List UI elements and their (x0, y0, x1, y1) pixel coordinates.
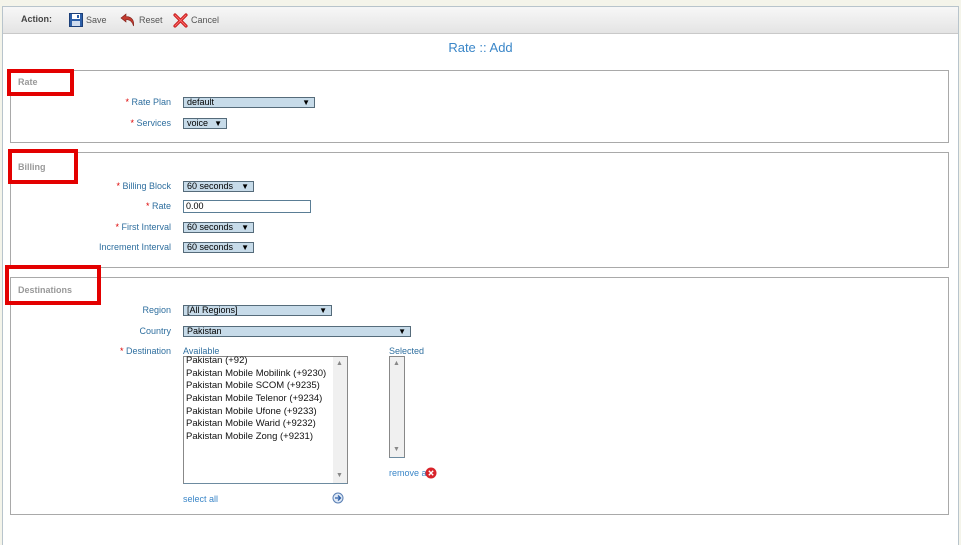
chevron-down-icon: ▼ (241, 243, 249, 252)
services-label: * Services (130, 118, 171, 128)
save-icon (69, 13, 83, 27)
destination-option[interactable]: Pakistan Mobile Ufone (+9233) (184, 406, 333, 419)
rate-highlight-box (7, 69, 74, 96)
region-label: Region (142, 305, 171, 315)
add-arrow-icon[interactable] (332, 492, 344, 504)
available-scrollbar[interactable]: ▲ ▼ (333, 357, 347, 483)
chevron-down-icon: ▼ (214, 119, 222, 128)
app-frame: Action: Save Reset Cancel Rate :: Add Ra… (2, 6, 959, 545)
increment-interval-label: Increment Interval (98, 242, 171, 252)
cancel-icon (173, 12, 188, 28)
reset-label: Reset (139, 15, 163, 25)
cancel-button[interactable]: Cancel (173, 12, 219, 28)
billing-section: Billing * Billing Block 60 seconds ▼ * Ra… (10, 152, 949, 268)
save-button[interactable]: Save (69, 12, 107, 28)
country-label: Country (139, 326, 171, 336)
rate-plan-select[interactable]: default ▼ (183, 97, 315, 108)
destination-option[interactable]: Pakistan Mobile Mobilink (+9230) (184, 368, 333, 381)
save-label: Save (86, 15, 107, 25)
increment-interval-select[interactable]: 60 seconds ▼ (183, 242, 254, 253)
chevron-down-icon: ▼ (241, 182, 249, 191)
rate-section: Rate * Rate Plan default ▼ * Services voi… (10, 70, 949, 143)
remove-all-link[interactable]: remove a (389, 468, 427, 478)
services-select[interactable]: voice ▼ (183, 118, 227, 129)
remove-icon[interactable] (425, 467, 437, 479)
destination-option[interactable]: Pakistan Mobile Zong (+9231) (184, 431, 333, 444)
selected-label: Selected (389, 346, 425, 356)
destination-option[interactable]: Pakistan Mobile Warid (+9232) (184, 418, 333, 431)
destinations-section: Destinations Region [All Regions] ▼ Count… (10, 277, 949, 515)
page-title: Rate :: Add (448, 40, 513, 55)
rate-plan-label: * Rate Plan (125, 97, 171, 107)
destinations-highlight-box (5, 265, 101, 305)
destination-option[interactable]: Pakistan Mobile Telenor (+9234) (184, 393, 333, 406)
scroll-down-icon[interactable]: ▼ (336, 472, 343, 479)
region-select[interactable]: [All Regions] ▼ (183, 305, 332, 316)
available-listbox[interactable]: Pakistan (+92) Pakistan Mobile Mobilink (… (183, 355, 348, 484)
cancel-label: Cancel (191, 15, 220, 25)
reset-button[interactable]: Reset (120, 12, 163, 28)
chevron-down-icon: ▼ (398, 327, 406, 336)
destination-option[interactable]: Pakistan (+92) (184, 355, 333, 368)
billing-highlight-box (8, 149, 78, 184)
selected-listbox[interactable]: ▲ ▼ (389, 356, 405, 458)
first-interval-label: * First Interval (115, 222, 171, 232)
scroll-up-icon[interactable]: ▲ (336, 360, 343, 367)
destination-option[interactable]: Pakistan Mobile SCOM (+9235) (184, 380, 333, 393)
rate-input[interactable]: 0.00 (183, 200, 311, 213)
reset-icon (120, 13, 134, 27)
rate-label: * Rate (145, 201, 171, 211)
selected-scrollbar[interactable]: ▲ ▼ (390, 357, 404, 457)
chevron-down-icon: ▼ (302, 98, 310, 107)
chevron-down-icon: ▼ (319, 306, 327, 315)
scroll-down-icon[interactable]: ▼ (393, 446, 400, 453)
destination-label: * Destination (119, 346, 171, 356)
toolbar: Action: Save Reset Cancel (3, 7, 958, 34)
chevron-down-icon: ▼ (241, 223, 249, 232)
first-interval-select[interactable]: 60 seconds ▼ (183, 222, 254, 233)
scroll-up-icon[interactable]: ▲ (393, 360, 400, 367)
country-select[interactable]: Pakistan ▼ (183, 326, 411, 337)
select-all-link[interactable]: select all (183, 494, 218, 504)
action-label: Action: (21, 14, 52, 24)
billing-block-select[interactable]: 60 seconds ▼ (183, 181, 254, 192)
